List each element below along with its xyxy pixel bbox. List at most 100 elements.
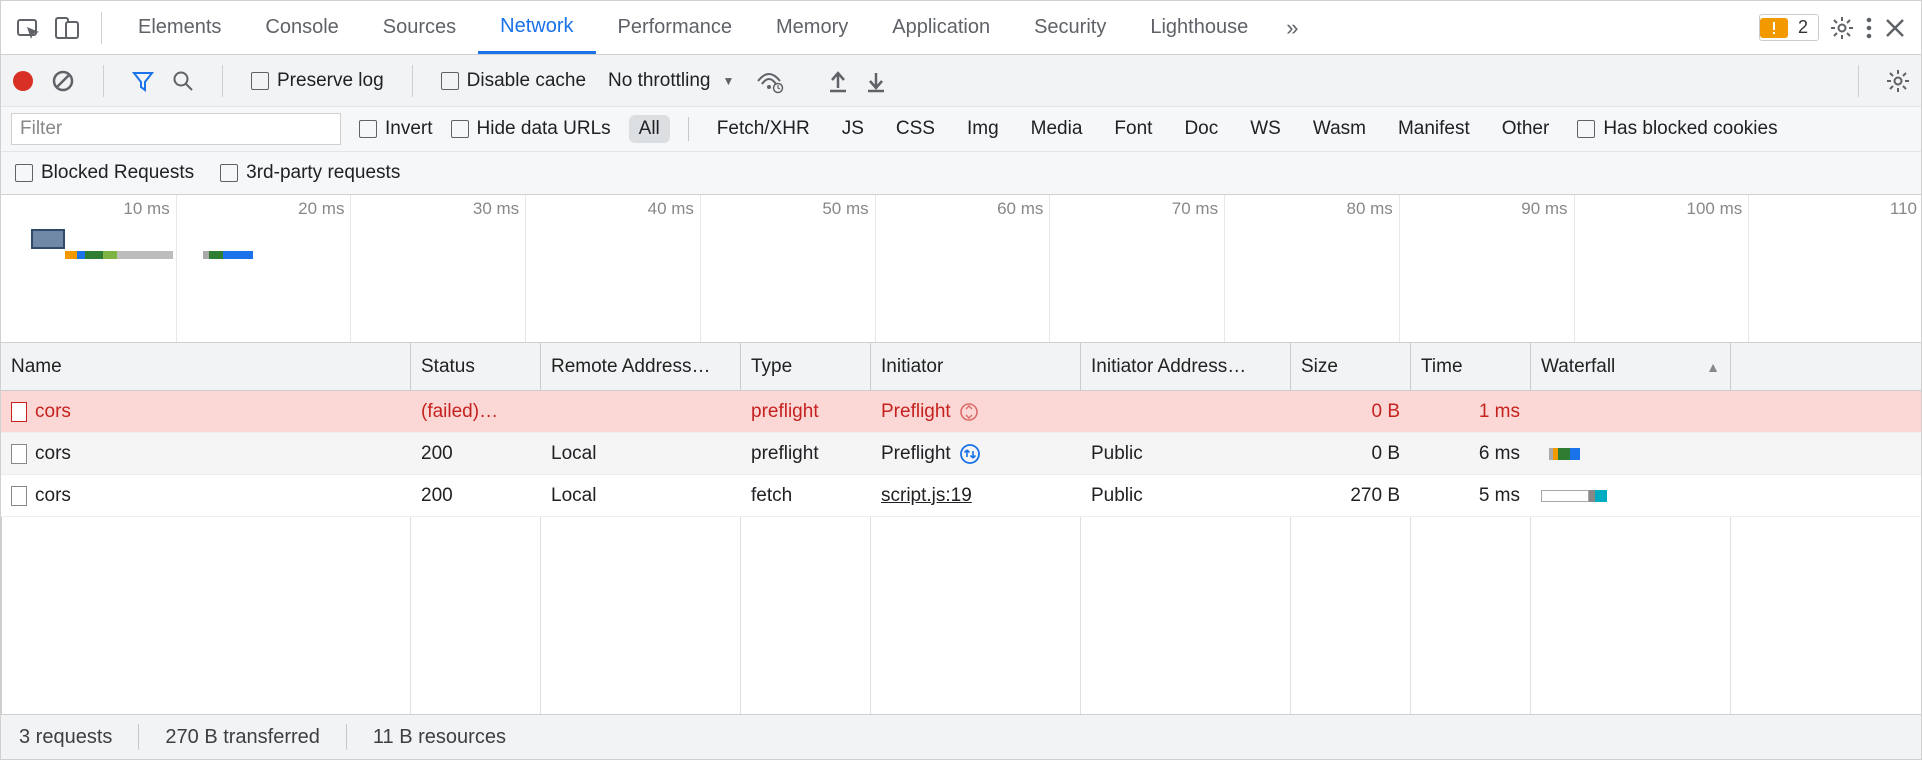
- cell-remote: [541, 391, 741, 432]
- invert-checkbox[interactable]: Invert: [359, 118, 433, 140]
- devtools-window: ElementsConsoleSourcesNetworkPerformance…: [0, 0, 1922, 760]
- settings-gear-icon[interactable]: [1831, 17, 1853, 39]
- type-filter-fetchxhr[interactable]: Fetch/XHR: [707, 115, 820, 143]
- request-table: NameStatusRemote Address…TypeInitiatorIn…: [1, 343, 1921, 715]
- blocked-requests-label: Blocked Requests: [41, 162, 194, 184]
- separator: [346, 724, 347, 750]
- cell-status: 200: [411, 475, 541, 516]
- disable-cache-label: Disable cache: [467, 70, 586, 92]
- column-header-initiator[interactable]: Initiator: [871, 343, 1081, 390]
- import-har-icon[interactable]: [828, 70, 848, 92]
- column-header-extra[interactable]: [1731, 343, 1921, 390]
- column-header-remoteaddress[interactable]: Remote Address…: [541, 343, 741, 390]
- column-header-initiatoraddress[interactable]: Initiator Address…: [1081, 343, 1291, 390]
- table-row[interactable]: cors200Localfetchscript.js:19Public270 B…: [1, 475, 1921, 517]
- cell-remote: Local: [541, 475, 741, 516]
- filter-bar: Filter Invert Hide data URLs All Fetch/XH…: [1, 107, 1921, 152]
- document-icon: [11, 402, 27, 422]
- hide-data-urls-checkbox[interactable]: Hide data URLs: [451, 118, 611, 140]
- cell-type: preflight: [741, 433, 871, 474]
- cell-status: 200: [411, 433, 541, 474]
- cell-size: 0 B: [1291, 391, 1411, 432]
- timeline-overview[interactable]: 10 ms20 ms30 ms40 ms50 ms60 ms70 ms80 ms…: [1, 195, 1921, 343]
- cell-initiator-addr: Public: [1081, 475, 1291, 516]
- cell-name: cors: [1, 475, 411, 516]
- filter-toggle-icon[interactable]: [132, 70, 154, 92]
- table-row[interactable]: cors200LocalpreflightPreflight Public0 B…: [1, 433, 1921, 475]
- cell-size: 270 B: [1291, 475, 1411, 516]
- document-icon: [11, 444, 27, 464]
- panel-tab-performance[interactable]: Performance: [596, 1, 755, 54]
- type-filter-css[interactable]: CSS: [886, 115, 945, 143]
- timeline-tick-label: 80 ms: [1347, 199, 1399, 219]
- cell-name: cors: [1, 391, 411, 432]
- filter-input[interactable]: Filter: [11, 113, 341, 145]
- panel-tab-memory[interactable]: Memory: [754, 1, 870, 54]
- type-filter-js[interactable]: JS: [832, 115, 874, 143]
- panel-tab-elements[interactable]: Elements: [116, 1, 243, 54]
- table-row[interactable]: cors(failed)…preflightPreflight 0 B1 ms: [1, 391, 1921, 433]
- disable-cache-checkbox[interactable]: Disable cache: [441, 70, 586, 92]
- panel-tab-security[interactable]: Security: [1012, 1, 1128, 54]
- close-devtools-icon[interactable]: [1885, 18, 1905, 38]
- third-party-checkbox[interactable]: 3rd-party requests: [220, 162, 400, 184]
- separator: [103, 65, 104, 97]
- timeline-tick-label: 50 ms: [822, 199, 874, 219]
- preflight-disabled-icon: [959, 402, 979, 422]
- throttling-label: No throttling: [608, 70, 710, 92]
- column-header-type[interactable]: Type: [741, 343, 871, 390]
- type-filter-manifest[interactable]: Manifest: [1388, 115, 1480, 143]
- panel-tab-console[interactable]: Console: [243, 1, 360, 54]
- network-settings-gear-icon[interactable]: [1887, 70, 1909, 92]
- cell-initiator: Preflight: [871, 433, 1081, 474]
- invert-label: Invert: [385, 118, 433, 140]
- filter-bar-row2: Blocked Requests 3rd-party requests: [1, 152, 1921, 195]
- cell-waterfall: [1531, 475, 1731, 516]
- cell-initiator: Preflight: [871, 391, 1081, 432]
- panel-tab-sources[interactable]: Sources: [361, 1, 478, 54]
- kebab-menu-icon[interactable]: [1865, 17, 1873, 39]
- record-button[interactable]: [13, 71, 33, 91]
- preflight-swap-icon: [959, 443, 981, 465]
- inspect-element-icon[interactable]: [17, 17, 41, 39]
- export-har-icon[interactable]: [866, 70, 886, 92]
- column-header-time[interactable]: Time: [1411, 343, 1531, 390]
- cell-initiator-addr: Public: [1081, 433, 1291, 474]
- type-filter-ws[interactable]: WS: [1240, 115, 1291, 143]
- blocked-requests-checkbox[interactable]: Blocked Requests: [15, 162, 194, 184]
- cell-size: 0 B: [1291, 433, 1411, 474]
- throttling-select[interactable]: No throttling ▼: [604, 70, 738, 92]
- search-icon[interactable]: [172, 70, 194, 92]
- preserve-log-checkbox[interactable]: Preserve log: [251, 70, 384, 92]
- panel-tab-network[interactable]: Network: [478, 1, 595, 54]
- preserve-log-label: Preserve log: [277, 70, 384, 92]
- panel-tab-application[interactable]: Application: [870, 1, 1012, 54]
- column-header-waterfall[interactable]: Waterfall: [1531, 343, 1731, 390]
- type-filter-wasm[interactable]: Wasm: [1303, 115, 1376, 143]
- cell-status: (failed)…: [411, 391, 541, 432]
- separator: [412, 65, 413, 97]
- column-header-status[interactable]: Status: [411, 343, 541, 390]
- type-filter-font[interactable]: Font: [1104, 115, 1162, 143]
- more-panels-icon[interactable]: »: [1274, 15, 1310, 41]
- cell-remote: Local: [541, 433, 741, 474]
- type-filter-img[interactable]: Img: [957, 115, 1009, 143]
- device-toolbar-icon[interactable]: [55, 17, 79, 39]
- cell-initiator-addr: [1081, 391, 1291, 432]
- issues-badge[interactable]: 2: [1759, 14, 1819, 41]
- dropdown-caret-icon: ▼: [722, 74, 734, 88]
- type-filter-doc[interactable]: Doc: [1174, 115, 1228, 143]
- type-filter-other[interactable]: Other: [1492, 115, 1560, 143]
- column-header-size[interactable]: Size: [1291, 343, 1411, 390]
- has-blocked-cookies-checkbox[interactable]: Has blocked cookies: [1577, 118, 1777, 140]
- network-conditions-icon[interactable]: [756, 71, 782, 91]
- clear-log-icon[interactable]: [51, 69, 75, 93]
- type-filter-media[interactable]: Media: [1021, 115, 1093, 143]
- panel-tab-lighthouse[interactable]: Lighthouse: [1128, 1, 1270, 54]
- type-filter-all[interactable]: All: [629, 115, 670, 143]
- timeline-tick-label: 110: [1890, 199, 1921, 219]
- network-toolbar: Preserve log Disable cache No throttling…: [1, 55, 1921, 107]
- column-header-name[interactable]: Name: [1, 343, 411, 390]
- cell-extra: [1731, 475, 1921, 516]
- cell-time: 5 ms: [1411, 475, 1531, 516]
